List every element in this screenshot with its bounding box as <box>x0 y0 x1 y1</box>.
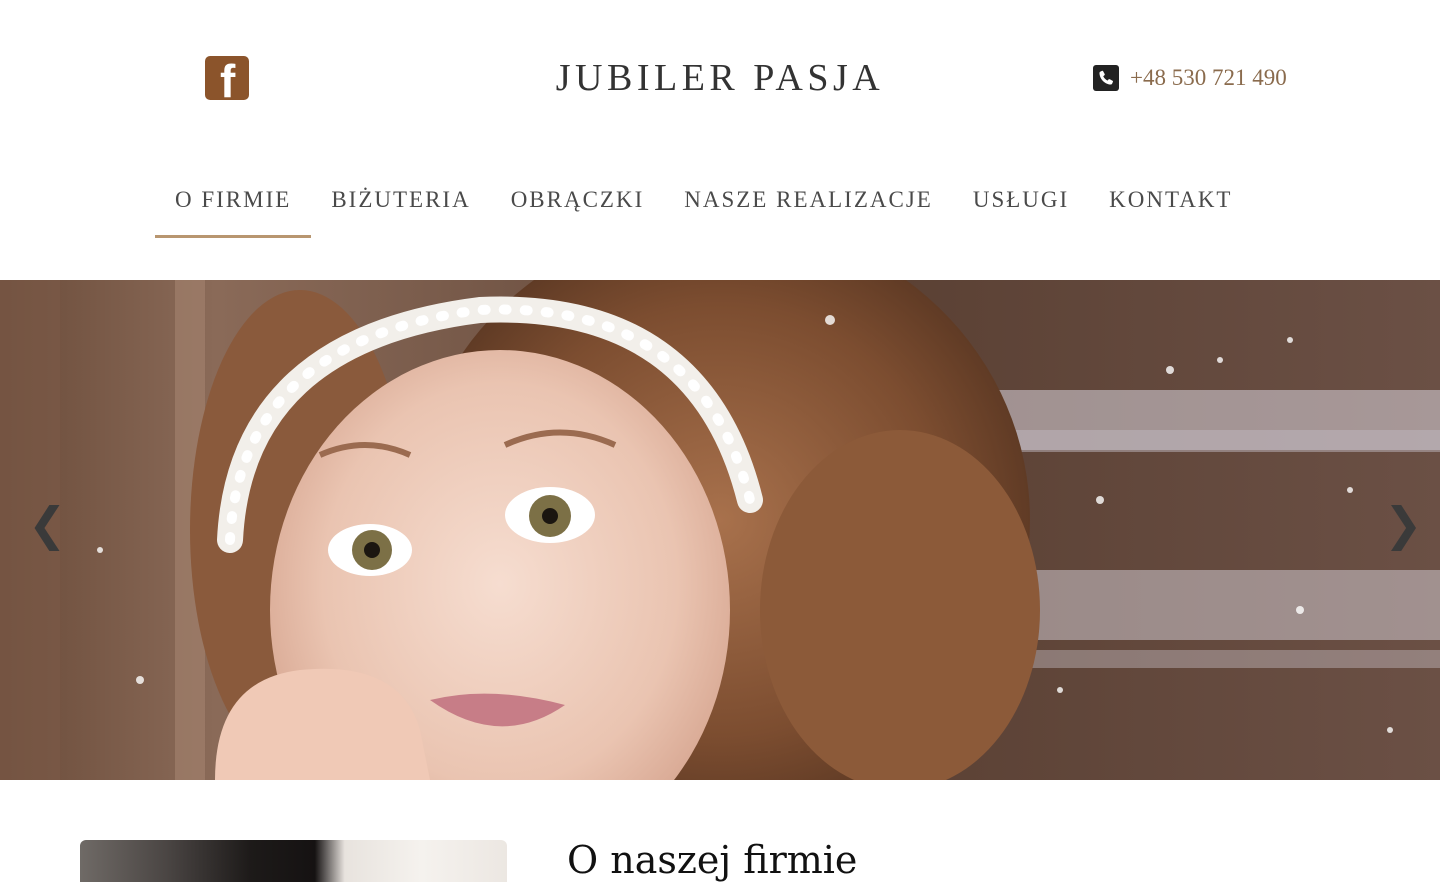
phone-number: +48 530 721 490 <box>1130 65 1287 90</box>
phone-link[interactable]: +48 530 721 490 <box>1093 62 1287 94</box>
slider-prev-button[interactable]: ❮ <box>28 492 67 556</box>
nav-item-kontakt[interactable]: KONTAKT <box>1089 172 1252 235</box>
nav-item-nasze-realizacje[interactable]: NASZE REALIZACJE <box>664 172 953 235</box>
about-image <box>80 840 507 882</box>
about-title: O naszej firmie <box>567 838 858 882</box>
site-header: f JUBILER PASJA +48 530 721 490 <box>0 0 1440 160</box>
nav-item-obraczki[interactable]: OBRĄCZKI <box>491 172 665 235</box>
nav-item-uslugi[interactable]: USŁUGI <box>953 172 1089 235</box>
main-nav: O FIRMIE BIŻUTERIA OBRĄCZKI NASZE REALIZ… <box>155 172 1252 238</box>
nav-item-o-firmie[interactable]: O FIRMIE <box>155 172 312 238</box>
hero-slider <box>0 280 1440 780</box>
slider-next-button[interactable]: ❯ <box>1384 492 1423 556</box>
nav-item-bizuteria[interactable]: BIŻUTERIA <box>311 172 490 235</box>
hero-image <box>0 280 1440 780</box>
phone-icon <box>1093 65 1119 91</box>
